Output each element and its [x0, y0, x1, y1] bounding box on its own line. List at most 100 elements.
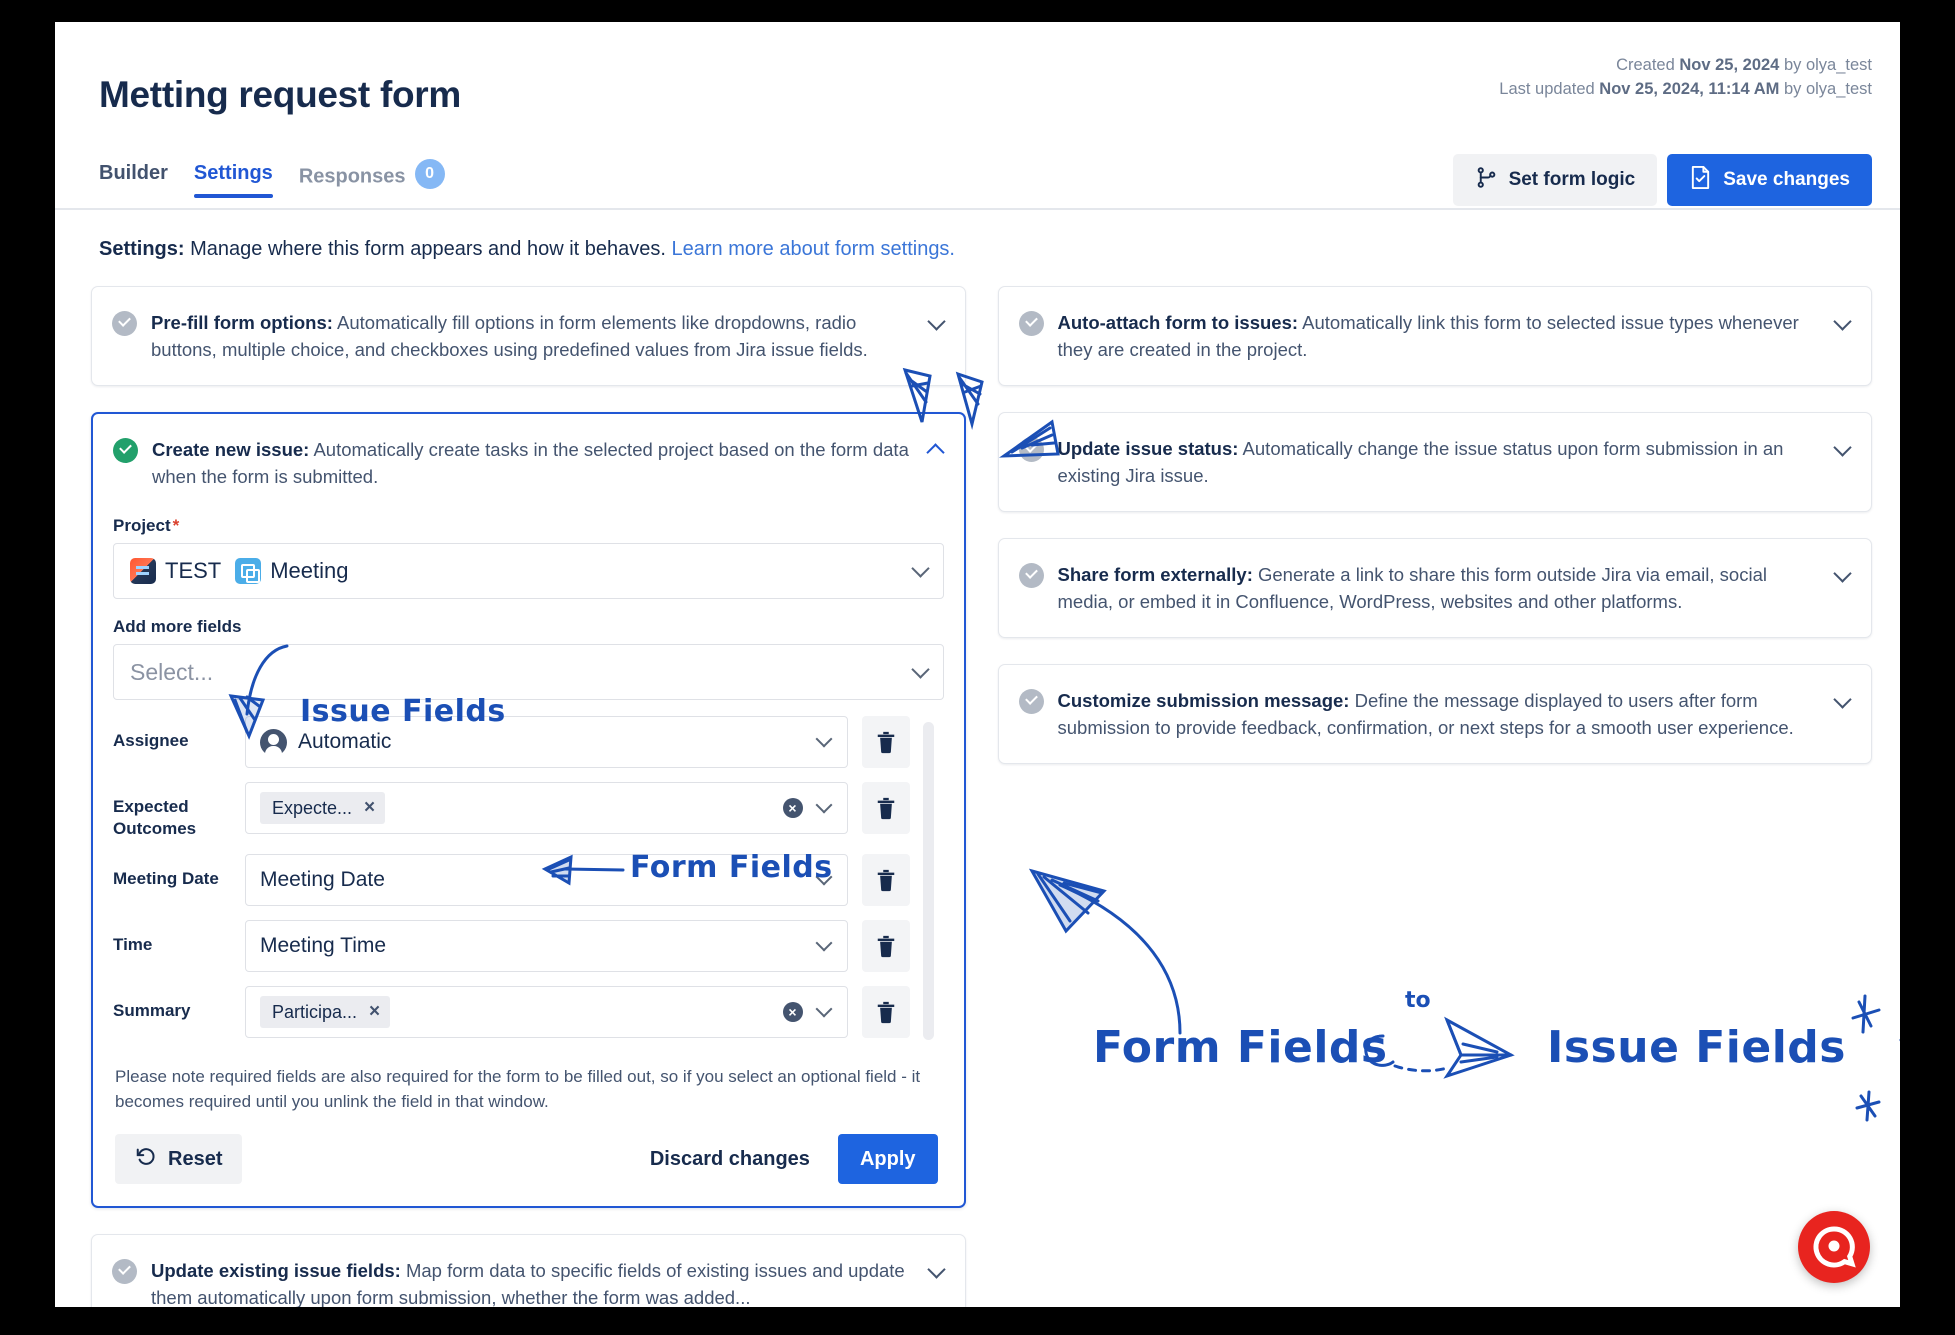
card-update-issue-status[interactable]: Update issue status: Automatically chang… — [997, 412, 1872, 512]
chevron-down-icon[interactable] — [914, 562, 927, 575]
tab-bar: Builder Settings Responses 0 — [99, 159, 445, 205]
tab-responses[interactable]: Responses 0 — [298, 159, 445, 205]
delete-mapping-button[interactable] — [861, 920, 910, 973]
help-widget-button[interactable] — [1798, 1211, 1870, 1283]
tab-builder[interactable]: Builder — [99, 162, 168, 198]
tab-settings[interactable]: Settings — [193, 162, 273, 198]
field-mapping-row: Assignee Automatic — [113, 716, 910, 768]
card-header: Share form externally: Generate a link t… — [999, 539, 1872, 637]
meeting-date-value: Meeting Date — [260, 868, 385, 892]
delete-mapping-button[interactable] — [861, 782, 910, 834]
toggle-check-icon[interactable] — [112, 311, 137, 336]
chevron-down-icon[interactable] — [1835, 439, 1851, 455]
set-form-logic-button[interactable]: Set form logic — [1452, 154, 1658, 206]
discard-changes-button[interactable]: Discard changes — [642, 1148, 818, 1171]
trash-icon — [877, 1002, 894, 1024]
chevron-down-icon[interactable] — [929, 1261, 945, 1277]
toggle-check-icon[interactable] — [1018, 311, 1044, 336]
issue-type-icon — [235, 558, 262, 584]
assignee-select[interactable]: Automatic — [245, 716, 848, 768]
screenshot-root: Metting request form Created Nov 25, 202… — [0, 0, 1955, 1335]
reset-icon — [135, 1145, 157, 1173]
settings-description-text: Manage where this form appears and how i… — [184, 238, 672, 260]
chip-label: Participa... — [272, 1001, 358, 1022]
mapping-row-control: Automatic — [245, 716, 848, 768]
mapping-row-label: Expected Outcomes — [113, 797, 197, 839]
chip-remove-icon[interactable]: × — [364, 797, 375, 819]
toggle-check-icon[interactable] — [1018, 563, 1044, 588]
mapping-row-control: Participa... × × — [245, 986, 848, 1039]
add-more-fields-select[interactable]: Select... — [113, 644, 944, 700]
card-title: Share form externally: — [1057, 564, 1253, 585]
settings-columns: Pre-fill form options: Automatically fil… — [91, 286, 1872, 1307]
chevron-down-icon[interactable] — [1835, 313, 1851, 329]
settings-description: Settings: Manage where this form appears… — [99, 238, 955, 261]
card-header: Update existing issue fields: Map form d… — [92, 1235, 965, 1307]
chip-remove-icon[interactable]: × — [369, 1001, 380, 1023]
save-changes-button[interactable]: Save changes — [1667, 154, 1872, 206]
settings-body: Settings: Manage where this form appears… — [55, 210, 1900, 1307]
delete-mapping-button[interactable] — [861, 716, 910, 768]
chevron-down-icon[interactable] — [818, 937, 831, 950]
chevron-down-icon[interactable] — [818, 733, 831, 746]
toggle-check-icon[interactable] — [1018, 689, 1044, 714]
card-auto-attach-form-to-issues[interactable]: Auto-attach form to issues: Automaticall… — [997, 286, 1872, 386]
chevron-down-icon[interactable] — [914, 663, 927, 676]
clear-selection-icon[interactable]: × — [782, 1002, 803, 1023]
card-text: Share form externally: Generate a link t… — [1058, 561, 1820, 615]
header-actions: Set form logic Save changes — [1452, 154, 1872, 206]
toggle-check-icon[interactable] — [112, 1259, 137, 1285]
card-text: Pre-fill form options: Automatically fil… — [151, 309, 913, 363]
field-list-scrollbar[interactable] — [922, 722, 934, 1040]
chevron-down-icon[interactable] — [1835, 691, 1851, 707]
project-field-label: Project * — [113, 516, 944, 536]
selected-chip[interactable]: Expecte... × — [260, 792, 386, 824]
apply-button[interactable]: Apply — [837, 1134, 938, 1185]
toggle-check-icon[interactable] — [1018, 437, 1044, 462]
card-header: Auto-attach form to issues: Automaticall… — [999, 287, 1872, 385]
selected-chip[interactable]: Participa... × — [260, 996, 391, 1029]
field-mapping-row: Time Meeting Time — [113, 920, 910, 973]
meeting-date-select[interactable]: Meeting Date — [245, 854, 848, 907]
updated-date: Nov 25, 2024, 11:14 AM — [1599, 79, 1780, 98]
delete-mapping-button[interactable] — [861, 986, 910, 1039]
created-line: Created Nov 25, 2024 by olya_test — [1499, 54, 1872, 78]
delete-mapping-button[interactable] — [861, 854, 910, 907]
learn-more-link[interactable]: Learn more about form settings. — [672, 238, 955, 260]
toggle-check-icon[interactable] — [113, 438, 138, 463]
created-suffix: by olya_test — [1779, 56, 1872, 74]
card-text: Update issue status: Automatically chang… — [1058, 435, 1820, 489]
project-select[interactable]: TEST Meeting — [113, 543, 944, 599]
save-document-icon — [1689, 165, 1712, 196]
clear-selection-icon[interactable]: × — [782, 798, 803, 818]
card-pre-fill-form-options[interactable]: Pre-fill form options: Automatically fil… — [91, 286, 966, 386]
responses-count-badge: 0 — [414, 159, 445, 189]
set-form-logic-label: Set form logic — [1508, 169, 1636, 190]
chevron-down-icon[interactable] — [818, 1003, 831, 1016]
trash-icon — [877, 797, 894, 820]
summary-select[interactable]: Participa... × × — [245, 986, 848, 1039]
chevron-down-icon[interactable] — [1835, 565, 1851, 581]
updated-suffix: by olya_test — [1779, 79, 1872, 98]
reset-button[interactable]: Reset — [115, 1134, 243, 1185]
time-select[interactable]: Meeting Time — [245, 920, 848, 973]
card-header: Update issue status: Automatically chang… — [999, 413, 1872, 511]
project-avatar-icon — [130, 558, 156, 584]
chevron-up-icon[interactable] — [928, 440, 944, 456]
card-customize-submission-message[interactable]: Customize submission message: Define the… — [997, 664, 1872, 764]
card-update-existing-issue-fields[interactable]: Update existing issue fields: Map form d… — [91, 1234, 966, 1307]
chevron-down-icon[interactable] — [929, 313, 945, 329]
card-share-form-externally[interactable]: Share form externally: Generate a link t… — [997, 538, 1872, 638]
settings-description-bold: Settings: — [99, 238, 185, 260]
chevron-down-icon[interactable] — [818, 871, 831, 884]
chevron-down-icon[interactable] — [818, 799, 831, 812]
issue-type-name: Meeting — [270, 558, 349, 583]
tab-responses-label: Responses — [298, 165, 406, 188]
add-more-fields-label: Add more fields — [113, 617, 242, 636]
expected-outcomes-select[interactable]: Expecte... × × — [245, 782, 848, 834]
card-header: Create new issue: Automatically create t… — [93, 414, 964, 512]
project-name: TEST — [165, 558, 222, 583]
card-header: Customize submission message: Define the… — [999, 665, 1872, 763]
form-logic-icon — [1475, 166, 1498, 195]
trash-icon — [877, 936, 894, 958]
